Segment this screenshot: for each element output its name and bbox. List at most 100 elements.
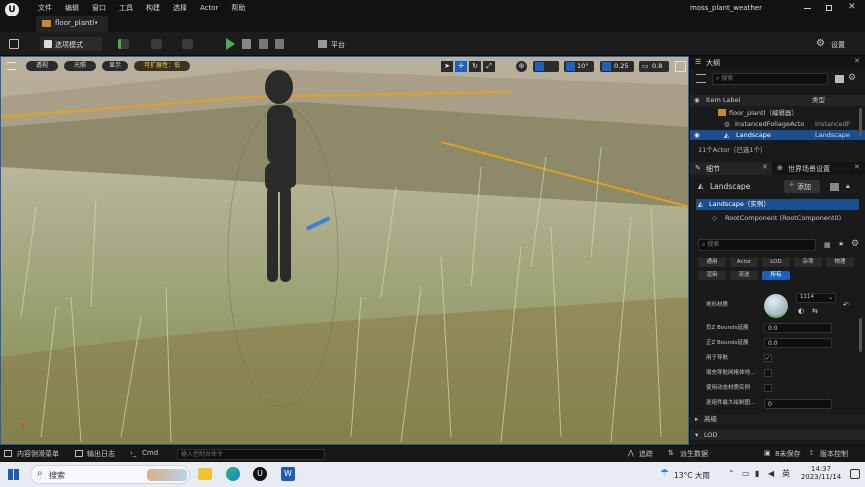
details-view-icon[interactable]: ▦ bbox=[824, 241, 831, 249]
show-button[interactable]: 显示 bbox=[102, 61, 128, 71]
menu-tools[interactable]: 工具 bbox=[119, 3, 133, 13]
tab-world-settings-close-icon[interactable]: ✕ bbox=[854, 163, 860, 171]
unreal-taskbar-icon[interactable]: U bbox=[253, 467, 267, 481]
level-tab[interactable]: floor_plantl• bbox=[36, 16, 108, 32]
nav-checkbox[interactable]: ✓ bbox=[764, 354, 772, 362]
lock-icon[interactable]: 🔒︎ bbox=[846, 182, 850, 191]
category-streaming[interactable]: 流送 bbox=[730, 271, 758, 280]
details-scrollbar[interactable] bbox=[859, 318, 862, 352]
notification-icon[interactable] bbox=[850, 469, 860, 479]
camera-speed-value[interactable]: ▭ 0.8 bbox=[639, 61, 669, 72]
edge-icon[interactable] bbox=[226, 467, 240, 481]
grid-snap-icon[interactable] bbox=[533, 61, 559, 72]
tab-details[interactable]: ✎ 细节 ✕ bbox=[690, 162, 772, 175]
menu-build[interactable]: 构建 bbox=[146, 3, 160, 13]
scale-icon[interactable]: ⤢ bbox=[483, 61, 495, 72]
settings-button[interactable]: ⚙ 设置 bbox=[816, 37, 862, 51]
outliner-row[interactable]: ◍ InstancedFoliageActo InstancedF bbox=[690, 119, 865, 129]
outliner-row[interactable]: floor_plantl（编辑器） bbox=[690, 108, 865, 118]
viewport-menu-icon[interactable] bbox=[7, 62, 16, 70]
dyn-checkbox[interactable] bbox=[764, 384, 772, 392]
outliner-close-icon[interactable]: ✕ bbox=[854, 57, 860, 65]
mode-select[interactable]: 选项模式 bbox=[40, 37, 102, 51]
trace-button[interactable]: ⋀ 追踪 bbox=[628, 449, 658, 460]
stop-icon[interactable] bbox=[259, 39, 268, 49]
speaker-icon[interactable]: ◀ bbox=[768, 469, 774, 478]
outliner-scrollbar[interactable] bbox=[859, 108, 862, 136]
menu-actor[interactable]: Actor bbox=[200, 4, 218, 12]
outliner-search-input[interactable]: ⌕ 搜索 bbox=[712, 73, 828, 85]
translate-icon[interactable]: ✛ bbox=[455, 61, 467, 72]
outliner-settings-icon[interactable]: ⚙ bbox=[848, 73, 856, 83]
rotate-icon[interactable]: ↻ bbox=[469, 61, 481, 72]
maximize-icon[interactable] bbox=[826, 5, 832, 11]
select-mode-icon[interactable]: ➤ bbox=[441, 61, 453, 72]
blueprint-icon[interactable] bbox=[151, 39, 162, 49]
menu-select[interactable]: 选择 bbox=[173, 3, 187, 13]
outliner-col-type[interactable]: 类型 bbox=[812, 95, 825, 105]
perspective-button[interactable]: 透视 bbox=[26, 61, 58, 71]
section-advanced[interactable]: ▸ 高级 bbox=[690, 414, 865, 424]
console-input[interactable]: 输入控制台命令 bbox=[177, 449, 325, 460]
lit-button[interactable]: 光照 bbox=[64, 61, 96, 71]
category-lod[interactable]: LOD bbox=[762, 258, 790, 267]
output-log-button[interactable]: 输出日志 bbox=[75, 449, 121, 460]
material-dropdown[interactable]: 1114 ⌄ bbox=[796, 293, 836, 303]
outliner-filter-icon[interactable] bbox=[696, 74, 706, 83]
eye-icon[interactable]: ◉ bbox=[694, 95, 700, 105]
viewport-layout-icon[interactable] bbox=[675, 61, 686, 72]
category-physics[interactable]: 物理 bbox=[826, 258, 854, 267]
clock[interactable]: 14:37 2023/11/14 bbox=[798, 465, 844, 485]
cmd-select[interactable]: ›_ Cmd bbox=[130, 449, 170, 460]
outliner-folder-icon[interactable] bbox=[835, 75, 844, 83]
neg-bounds-input[interactable]: 0.0 bbox=[764, 323, 832, 333]
use-selected-icon[interactable]: ⇆ bbox=[812, 307, 818, 315]
add-content-icon[interactable] bbox=[118, 39, 129, 49]
taskbar-search[interactable]: ⌕ 搜索 bbox=[30, 465, 190, 484]
chevron-up-icon[interactable]: ⌃ bbox=[728, 469, 735, 478]
platform-button[interactable]: 平台 bbox=[318, 37, 360, 51]
outliner-row-selected[interactable]: ◉ ◭ Landscape Landscape bbox=[690, 130, 865, 140]
scale-snap-value[interactable]: 0.25 bbox=[600, 61, 634, 72]
add-component-button[interactable]: + 添加 bbox=[784, 180, 820, 193]
reset-icon[interactable]: ↶ bbox=[843, 301, 849, 309]
browse-icon[interactable]: ◐ bbox=[798, 307, 804, 315]
battery-icon[interactable]: ▮ bbox=[755, 469, 759, 478]
weather-widget[interactable]: ☂ 13°C 大雨 bbox=[660, 468, 722, 482]
pos-bounds-input[interactable]: 0.0 bbox=[764, 338, 832, 348]
menu-window[interactable]: 窗口 bbox=[92, 3, 106, 13]
windows-start-icon[interactable] bbox=[8, 469, 19, 480]
file-explorer-icon[interactable] bbox=[198, 468, 212, 480]
close-icon[interactable]: ✕ bbox=[848, 2, 856, 12]
details-settings-icon[interactable]: ⚙ bbox=[851, 239, 859, 249]
category-rendering[interactable]: 渲染 bbox=[698, 271, 726, 280]
max-input[interactable]: 0 bbox=[764, 399, 832, 409]
content-drawer-button[interactable]: 内容侧滑菜单 bbox=[4, 449, 68, 460]
level-viewport[interactable]: z 透视 光照 显示 可扩展性：低 ➤ ✛ ↻ ⤢ ⊕ 10° 0.25 ▭ 0.… bbox=[0, 56, 689, 445]
material-thumbnail[interactable] bbox=[764, 294, 788, 318]
category-actor[interactable]: Actor bbox=[730, 258, 758, 267]
save-icon[interactable] bbox=[9, 39, 19, 49]
section-lod[interactable]: ▾ LOD bbox=[690, 430, 865, 440]
component-child[interactable]: ◇ RootComponent (RootComponent0) bbox=[690, 213, 865, 223]
menu-help[interactable]: 帮助 bbox=[231, 3, 245, 13]
world-local-icon[interactable]: ⊕ bbox=[516, 61, 527, 72]
category-all[interactable]: 所有 bbox=[762, 271, 790, 280]
network-icon[interactable]: ▭ bbox=[742, 469, 750, 478]
unreal-logo-icon[interactable]: U bbox=[5, 3, 19, 17]
cinematics-icon[interactable] bbox=[182, 39, 193, 49]
category-general[interactable]: 通用 bbox=[698, 258, 726, 267]
component-root[interactable]: ◭ Landscape（实例） bbox=[696, 199, 859, 210]
eject-icon[interactable] bbox=[275, 39, 284, 49]
angle-snap-value[interactable]: 10° bbox=[564, 61, 594, 72]
blueprint-convert-icon[interactable] bbox=[830, 183, 839, 191]
step-icon[interactable] bbox=[242, 39, 251, 49]
tab-details-close-icon[interactable]: ✕ bbox=[762, 163, 768, 171]
details-search-input[interactable]: ⌕ 搜索 bbox=[698, 239, 816, 251]
play-button[interactable] bbox=[226, 38, 235, 50]
favorite-icon[interactable]: ★ bbox=[838, 240, 844, 248]
eye-icon[interactable]: ◉ bbox=[694, 130, 700, 140]
scalability-warning[interactable]: 可扩展性：低 bbox=[134, 61, 190, 71]
category-misc[interactable]: 杂项 bbox=[794, 258, 822, 267]
nav2-checkbox[interactable] bbox=[764, 369, 772, 377]
